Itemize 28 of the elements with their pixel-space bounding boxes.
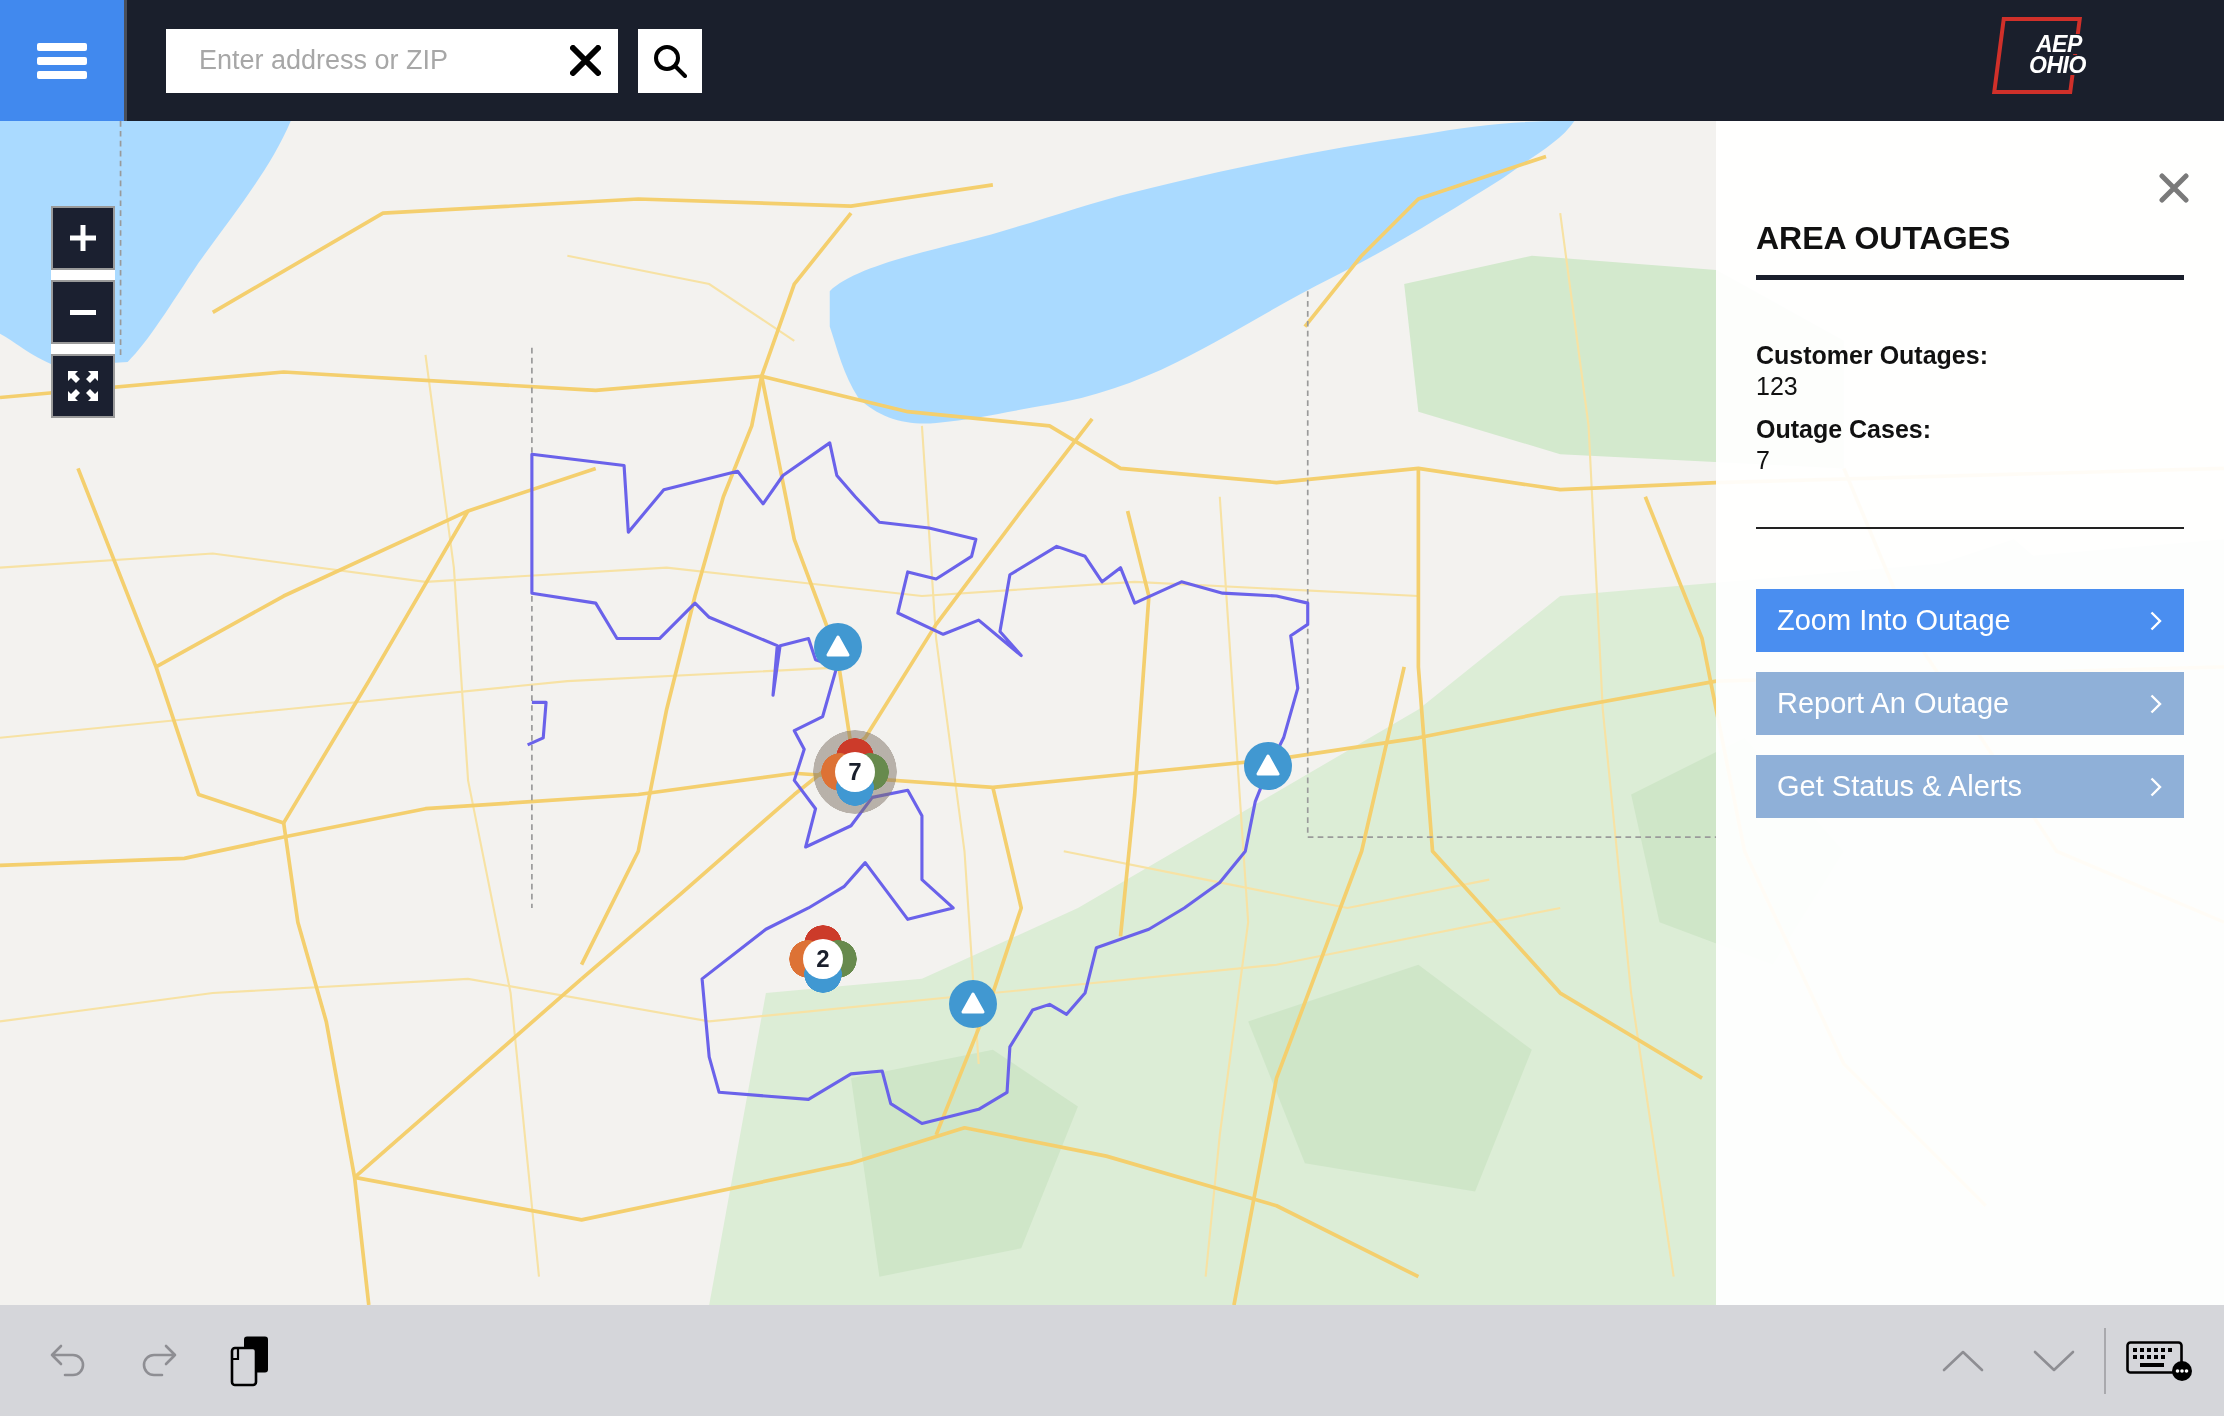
search-icon (653, 43, 687, 78)
zoom-out-button[interactable] (51, 280, 115, 344)
logo[interactable]: AEP OHIO (1992, 17, 2096, 94)
menu-icon (37, 42, 87, 79)
cluster-marker[interactable]: 2 (789, 925, 857, 993)
fullscreen-button[interactable] (51, 354, 115, 418)
stat-value: 123 (1756, 371, 1799, 401)
triangle-marker-icon[interactable] (949, 980, 997, 1028)
plus-icon (70, 225, 96, 251)
clipboard-icon[interactable] (230, 1334, 270, 1387)
keyboard-icon[interactable] (2126, 1340, 2192, 1381)
search-button[interactable] (638, 28, 702, 93)
search-field[interactable]: Enter address or ZIP (166, 28, 618, 93)
triangle-marker-icon[interactable] (1244, 742, 1292, 790)
chevron-right-icon (2150, 610, 2162, 631)
panel-title: AREA OUTAGES (1756, 220, 2012, 257)
stat-label: Customer Outages: (1756, 340, 1989, 370)
chevron-right-icon (2150, 776, 2162, 797)
close-icon[interactable] (570, 45, 601, 76)
stat-value: 7 (1756, 445, 1771, 475)
fullscreen-icon (68, 371, 98, 401)
cluster-marker[interactable]: 7 (813, 730, 897, 814)
minus-icon (70, 309, 96, 315)
zoom-in-button[interactable] (51, 206, 115, 270)
triangle-marker-icon[interactable] (814, 623, 862, 671)
chevron-right-icon (2150, 693, 2162, 714)
menu-button[interactable] (0, 0, 127, 121)
stat-label: Outage Cases: (1756, 414, 1933, 444)
